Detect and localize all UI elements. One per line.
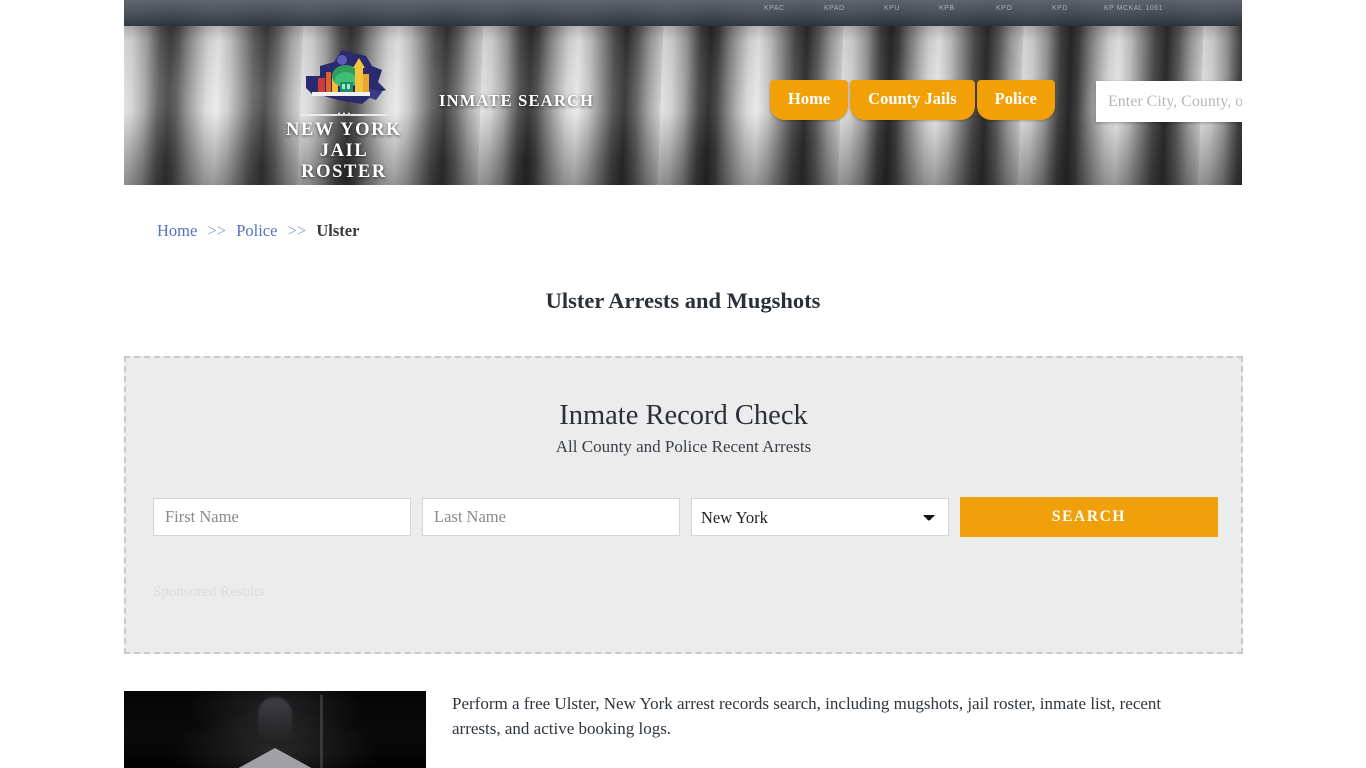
site-logo[interactable]: NEW YORK JAIL ROSTER: [279, 48, 409, 183]
panel-subtitle: All County and Police Recent Arrests: [126, 437, 1241, 457]
logo-divider: [301, 114, 387, 116]
content-paragraph: Perform a free Ulster, New York arrest r…: [452, 691, 1197, 741]
breadcrumb-item-home[interactable]: Home: [157, 221, 197, 240]
nav-item-police[interactable]: Police: [977, 80, 1055, 120]
nav-item-county-jails[interactable]: County Jails: [850, 80, 974, 120]
header-search: [1096, 81, 1242, 122]
shelf-label-1: KPAD: [824, 5, 845, 12]
shelf-label-2: KPU: [884, 5, 900, 12]
logo-text-line2: JAIL ROSTER: [279, 141, 409, 183]
breadcrumb-item-police[interactable]: Police: [236, 221, 277, 240]
panel-title: Inmate Record Check: [126, 399, 1241, 433]
shelf-label-4: KPO: [996, 5, 1012, 12]
header-search-input[interactable]: [1096, 81, 1242, 122]
header-shelf-strip: KPAC KPAD KPU KPB KPO KPD KP MCKAL 1061: [124, 0, 1242, 26]
new-york-state-outline-icon: [298, 48, 390, 110]
page-root: KPAC KPAD KPU KPB KPO KPD KP MCKAL 1061: [0, 0, 1366, 768]
page-title: Ulster Arrests and Mugshots: [0, 288, 1366, 314]
first-name-input[interactable]: [153, 498, 411, 536]
sponsored-results-label: Sponsored Results: [153, 584, 264, 601]
search-submit-button[interactable]: SEARCH: [960, 497, 1218, 537]
header-tagline: INMATE SEARCH: [439, 91, 594, 111]
breadcrumb: Home >> Police >> Ulster: [157, 220, 359, 242]
state-select[interactable]: New York: [691, 498, 949, 536]
shelf-label-3: KPB: [939, 5, 955, 12]
site-header: KPAC KPAD KPU KPB KPO KPD KP MCKAL 1061: [124, 0, 1242, 185]
breadcrumb-separator-2: >>: [288, 221, 307, 240]
main-navigation: Home County Jails Police: [770, 80, 1055, 120]
thumbnail-building-dome: [258, 697, 292, 743]
shelf-label-6: KP MCKAL 1061: [1104, 5, 1163, 12]
breadcrumb-item-current: Ulster: [316, 221, 359, 240]
content-body: Perform a free Ulster, New York arrest r…: [452, 691, 1197, 768]
last-name-input[interactable]: [422, 498, 680, 536]
police-station-thumbnail[interactable]: [124, 691, 426, 768]
nav-item-home[interactable]: Home: [770, 80, 848, 120]
logo-text-line1: NEW YORK: [279, 120, 409, 141]
inmate-record-check-panel: Inmate Record Check All County and Polic…: [124, 356, 1243, 654]
shelf-label-0: KPAC: [764, 5, 785, 12]
shelf-label-5: KPD: [1052, 5, 1068, 12]
inmate-search-form: New York SEARCH: [153, 497, 1218, 537]
thumbnail-building-roof: [213, 748, 337, 768]
breadcrumb-separator-1: >>: [207, 221, 226, 240]
